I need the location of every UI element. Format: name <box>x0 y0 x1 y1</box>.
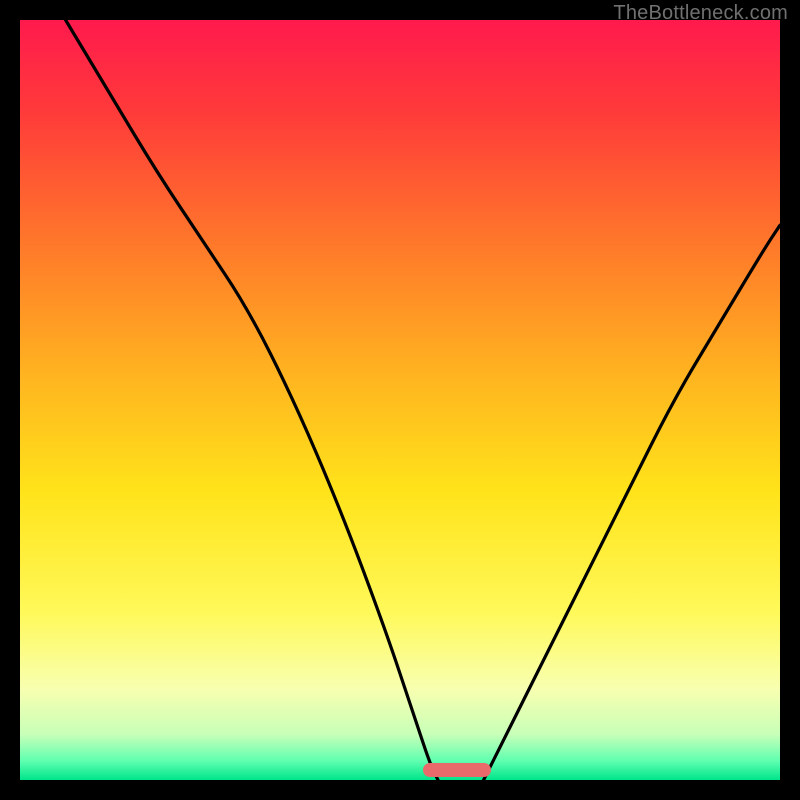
watermark-text: TheBottleneck.com <box>613 2 788 25</box>
curve-right-branch <box>484 225 780 780</box>
curve-left-branch <box>66 20 438 780</box>
bottleneck-curve <box>20 20 780 780</box>
minimum-marker <box>423 763 491 777</box>
outer-frame: TheBottleneck.com <box>0 0 800 800</box>
plot-area <box>20 20 780 780</box>
